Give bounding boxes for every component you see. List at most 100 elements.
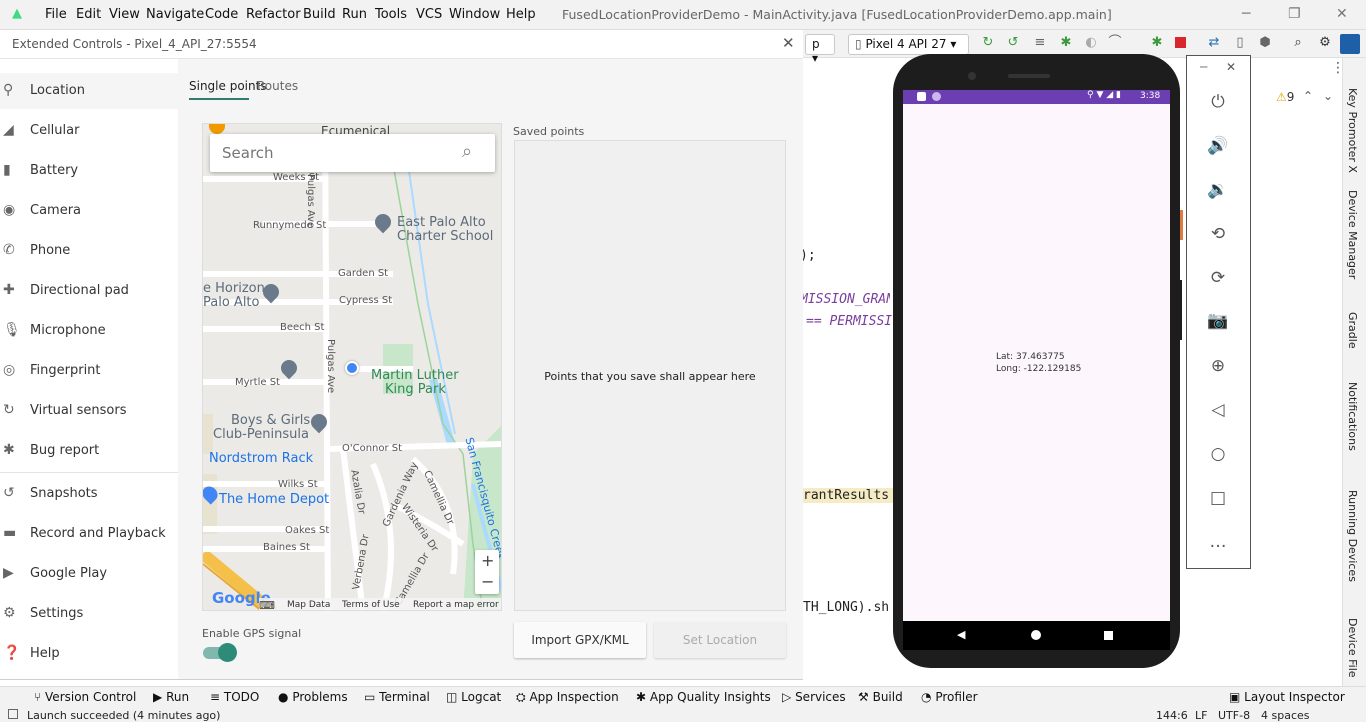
- list-icon[interactable]: ≡: [1033, 36, 1047, 50]
- volume-down-icon[interactable]: 🔉: [1207, 179, 1229, 201]
- sidebar-item-virtual-sensors[interactable]: ↻ Virtual sensors: [0, 393, 178, 429]
- tab-build[interactable]: ⚒ Build: [858, 690, 903, 704]
- zoom-in-button[interactable]: +: [481, 551, 494, 570]
- avatar[interactable]: [1340, 34, 1360, 54]
- chevron-up-icon[interactable]: ⌃: [1303, 89, 1313, 103]
- tab-routes[interactable]: Routes: [257, 79, 298, 93]
- apply-changes-icon[interactable]: ↺: [1006, 36, 1020, 50]
- gps-toggle-knob[interactable]: [218, 643, 237, 662]
- attach-debugger-icon[interactable]: ✱: [1150, 36, 1164, 50]
- back-icon[interactable]: ◁: [1207, 399, 1229, 421]
- tab-profiler[interactable]: ◔ Profiler: [921, 690, 978, 704]
- tool-window-device-manager[interactable]: Device Manager: [1346, 190, 1359, 279]
- device-manager-icon[interactable]: ▯: [1233, 36, 1247, 50]
- line-separator[interactable]: LF: [1195, 709, 1207, 722]
- sidebar-item-settings[interactable]: ⚙ Settings: [0, 596, 178, 632]
- volume-up-icon[interactable]: 🔊: [1207, 135, 1229, 157]
- sdk-manager-icon[interactable]: ⬢: [1258, 36, 1272, 50]
- menu-tools[interactable]: Tools: [375, 7, 407, 22]
- tab-todo[interactable]: ≡ TODO: [210, 690, 259, 704]
- nav-recents-icon[interactable]: [1104, 631, 1113, 640]
- rotate-right-icon[interactable]: ⟳: [1207, 267, 1229, 289]
- status-square-icon[interactable]: [8, 709, 18, 719]
- search-everywhere-icon[interactable]: ⌕: [1291, 36, 1305, 50]
- home-icon[interactable]: ○: [1207, 443, 1229, 465]
- tool-window-gradle[interactable]: Gradle: [1346, 312, 1359, 349]
- menu-help[interactable]: Help: [506, 7, 536, 22]
- map-view[interactable]: Ecumenical Weeks St Runnymede St Garden …: [202, 123, 502, 611]
- tab-app-quality[interactable]: ✱ App Quality Insights: [636, 690, 771, 704]
- search-input[interactable]: [222, 142, 452, 164]
- tab-terminal[interactable]: ▭ Terminal: [364, 690, 430, 704]
- menu-vcs[interactable]: VCS: [416, 7, 442, 22]
- chevron-down-icon[interactable]: ⌄: [1323, 89, 1333, 103]
- keyboard-icon[interactable]: ⌨: [259, 599, 275, 610]
- overview-icon[interactable]: □: [1207, 487, 1229, 509]
- zoom-icon[interactable]: ⊕: [1207, 355, 1229, 377]
- set-location-button[interactable]: Set Location: [654, 622, 786, 658]
- tool-window-notifications[interactable]: Notifications: [1346, 382, 1359, 451]
- sidebar-item-phone[interactable]: ✆ Phone: [0, 233, 178, 269]
- map-search-box[interactable]: ⌕: [210, 134, 495, 172]
- cursor-position[interactable]: 144:6: [1156, 709, 1188, 722]
- nav-back-icon[interactable]: ◀: [957, 628, 965, 641]
- menu-window[interactable]: Window: [449, 7, 500, 22]
- debug-icon[interactable]: ✱: [1059, 36, 1073, 50]
- import-gpx-button[interactable]: Import GPX/KML: [514, 622, 646, 658]
- tab-version-control[interactable]: ⑂ Version Control: [34, 690, 136, 704]
- tab-app-inspection[interactable]: ⛭ App Inspection: [516, 690, 619, 705]
- close-icon[interactable]: ✕: [782, 34, 795, 52]
- warning-badge[interactable]: ⚠9: [1276, 90, 1294, 104]
- sidebar-item-location[interactable]: ⚲ Location: [0, 73, 178, 109]
- menu-refactor[interactable]: Refactor: [246, 7, 301, 22]
- power-icon[interactable]: ⏻: [1207, 91, 1229, 113]
- tab-problems[interactable]: ● Problems: [278, 690, 348, 704]
- more-icon[interactable]: …: [1207, 531, 1229, 553]
- menu-navigate[interactable]: Navigate: [146, 7, 204, 22]
- tools-close-icon[interactable]: ✕: [1226, 60, 1236, 74]
- close-window-icon[interactable]: ✕: [1336, 6, 1348, 22]
- tab-logcat[interactable]: ◫ Logcat: [446, 690, 501, 704]
- sidebar-item-help[interactable]: ❓ Help: [0, 636, 178, 672]
- sidebar-item-record-playback[interactable]: ▬ Record and Playback: [0, 516, 178, 552]
- menu-edit[interactable]: Edit: [76, 7, 101, 22]
- tab-layout-inspector[interactable]: ▣ Layout Inspector: [1229, 690, 1345, 704]
- sidebar-item-google-play[interactable]: ▶ Google Play: [0, 556, 178, 592]
- device-select[interactable]: ▯ Pixel 4 API 27 ▾: [848, 34, 969, 55]
- tab-services[interactable]: ▷ Services: [782, 690, 846, 704]
- rerun-icon[interactable]: ↻: [981, 36, 995, 50]
- stop-icon[interactable]: [1175, 37, 1186, 48]
- terms-link[interactable]: Terms of Use: [342, 600, 400, 610]
- search-icon[interactable]: ⌕: [462, 141, 472, 162]
- attach-icon[interactable]: ◐: [1084, 36, 1098, 50]
- nav-home-icon[interactable]: [1031, 630, 1041, 640]
- menu-run[interactable]: Run: [342, 7, 367, 22]
- sidebar-item-microphone[interactable]: 🎙 Microphone: [0, 313, 178, 349]
- sidebar-item-fingerprint[interactable]: ◎ Fingerprint: [0, 353, 178, 389]
- tool-window-device-file[interactable]: Device File: [1346, 618, 1359, 678]
- indent-setting[interactable]: 4 spaces: [1261, 709, 1310, 722]
- menu-file[interactable]: File: [45, 7, 67, 22]
- menu-view[interactable]: View: [109, 7, 140, 22]
- rotate-left-icon[interactable]: ⟲: [1207, 223, 1229, 245]
- report-map-error-link[interactable]: Report a map error: [413, 600, 499, 610]
- tools-minimize-icon[interactable]: ─: [1200, 60, 1207, 74]
- restore-icon[interactable]: ❐: [1288, 6, 1301, 22]
- tool-window-running-devices[interactable]: Running Devices: [1346, 490, 1359, 582]
- sidebar-item-camera[interactable]: ◉ Camera: [0, 193, 178, 229]
- zoom-out-button[interactable]: −: [481, 572, 494, 591]
- menu-code[interactable]: Code: [205, 7, 238, 22]
- tab-single-points[interactable]: Single points: [189, 79, 267, 93]
- file-encoding[interactable]: UTF-8: [1218, 709, 1250, 722]
- sidebar-item-cellular[interactable]: ◢ Cellular: [0, 113, 178, 149]
- tool-window-key-promoter[interactable]: Key Promoter X: [1346, 88, 1359, 173]
- profile-icon[interactable]: ⌒: [1108, 36, 1122, 50]
- sidebar-item-bug-report[interactable]: ✱ Bug report: [0, 433, 178, 469]
- status-message[interactable]: Launch succeeded (4 minutes ago): [27, 709, 220, 722]
- screenshot-icon[interactable]: 📷: [1207, 310, 1229, 332]
- minimize-icon[interactable]: ─: [1242, 6, 1250, 22]
- sync-icon[interactable]: ⇄: [1207, 36, 1221, 50]
- tab-run[interactable]: ▶ Run: [153, 690, 189, 704]
- run-config-select[interactable]: p ▾: [805, 34, 835, 65]
- sidebar-item-directional-pad[interactable]: ✚ Directional pad: [0, 273, 178, 309]
